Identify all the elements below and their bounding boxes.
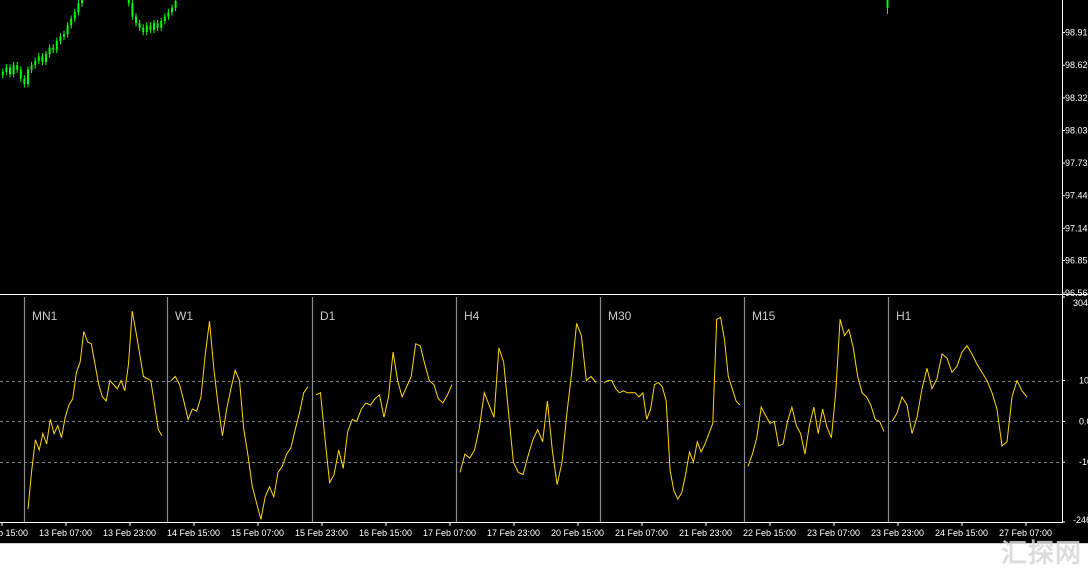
candle-body (19, 69, 22, 79)
panel-label-d1: D1 (320, 309, 336, 323)
time-tick-label: 23 Feb 23:00 (871, 528, 924, 538)
panel-label-h1: H1 (896, 309, 912, 323)
time-tick-label: 17 Feb 23:00 (487, 528, 540, 538)
price-tick-label: 96.560 (1065, 288, 1088, 298)
candle-body (70, 18, 73, 26)
candle-body (131, 3, 134, 17)
candle-body (135, 16, 137, 24)
panel-label-mn1: MN1 (32, 309, 58, 323)
time-tick-label: 16 Feb 15:00 (359, 528, 412, 538)
panel-label-w1: W1 (175, 309, 193, 323)
candle-body (59, 36, 62, 41)
indicator-tick-label: -100 (1079, 457, 1088, 467)
time-tick-label: 23 Feb 07:00 (807, 528, 860, 538)
candle-body (48, 47, 51, 55)
candle-body (5, 67, 8, 72)
candle-body (81, 0, 83, 4)
time-tick-label: 15 Feb 23:00 (295, 528, 348, 538)
candle-body (27, 69, 29, 85)
time-tick-label: 21 Feb 23:00 (679, 528, 732, 538)
candle-body (12, 65, 15, 75)
candle-body (73, 12, 76, 19)
candle-body (138, 23, 141, 28)
price-tick-label: 98.030 (1065, 125, 1088, 135)
price-tick-label: 96.855 (1065, 255, 1088, 265)
indicator-tick-label: 100 (1079, 376, 1088, 386)
candle-body (30, 65, 33, 70)
indicator-tick-label: 0.00 (1079, 416, 1088, 426)
candle-body (153, 23, 155, 30)
candle-body (52, 47, 55, 50)
candle-body (167, 12, 170, 17)
candle-body (145, 25, 148, 33)
candle-body (174, 1, 177, 8)
time-tick-label: 24 Feb 15:00 (935, 528, 988, 538)
candle-body (16, 65, 19, 70)
price-tick-label: 98.915 (1065, 28, 1088, 38)
price-tick-label: 97.440 (1065, 191, 1088, 201)
chart-background (0, 0, 1088, 572)
candle-body (41, 56, 44, 62)
time-tick-label: 15 Feb 07:00 (231, 528, 284, 538)
candle-body (63, 34, 65, 37)
candle-body (45, 54, 47, 62)
candle-body (77, 3, 80, 13)
panel-label-m30: M30 (608, 309, 632, 323)
candle-body (142, 27, 145, 33)
candle-body (156, 23, 159, 28)
candle-body (66, 25, 69, 35)
price-axis: 98.915 98.620 98.325 98.030 97.735 97.440 97.1… (1062, 28, 1088, 298)
time-tick-label: 17 Feb 07:00 (423, 528, 476, 538)
candle-body (163, 16, 166, 22)
candle-body (34, 60, 37, 66)
price-tick-label: 97.145 (1065, 223, 1088, 233)
candle-body (127, 0, 130, 4)
candle-body (149, 25, 152, 30)
time-tick-label: 12 Feb 15:00 (0, 528, 28, 538)
indicator-tick-label: -246.3567 (1073, 515, 1088, 525)
time-tick-label: 14 Feb 15:00 (167, 528, 220, 538)
candle-body (1, 71, 4, 76)
candle-body (9, 67, 11, 75)
price-tick-label: 98.325 (1065, 93, 1088, 103)
indicator-tick-label: 304.5971 (1073, 298, 1088, 308)
time-tick-label: 13 Feb 07:00 (39, 528, 92, 538)
price-tick-label: 98.620 (1065, 60, 1088, 70)
time-tick-label: 21 Feb 07:00 (615, 528, 668, 538)
status-strip (0, 544, 1088, 572)
chart-canvas: 98.915 98.620 98.325 98.030 97.735 97.440 97.1… (0, 0, 1088, 572)
candle-body (37, 56, 40, 61)
candle-body (55, 40, 58, 50)
time-tick-label: 13 Feb 23:00 (103, 528, 156, 538)
time-tick-label: 22 Feb 15:00 (743, 528, 796, 538)
candle-body (160, 21, 163, 28)
panel-label-m15: M15 (752, 309, 776, 323)
panel-label-h4: H4 (464, 309, 480, 323)
watermark-logo: 汇探网 (1000, 539, 1082, 569)
candle-body (23, 78, 26, 85)
price-tick-label: 97.735 (1065, 158, 1088, 168)
candle-body (886, 0, 889, 8)
candle-body (171, 7, 173, 13)
time-tick-label: 20 Feb 15:00 (551, 528, 604, 538)
